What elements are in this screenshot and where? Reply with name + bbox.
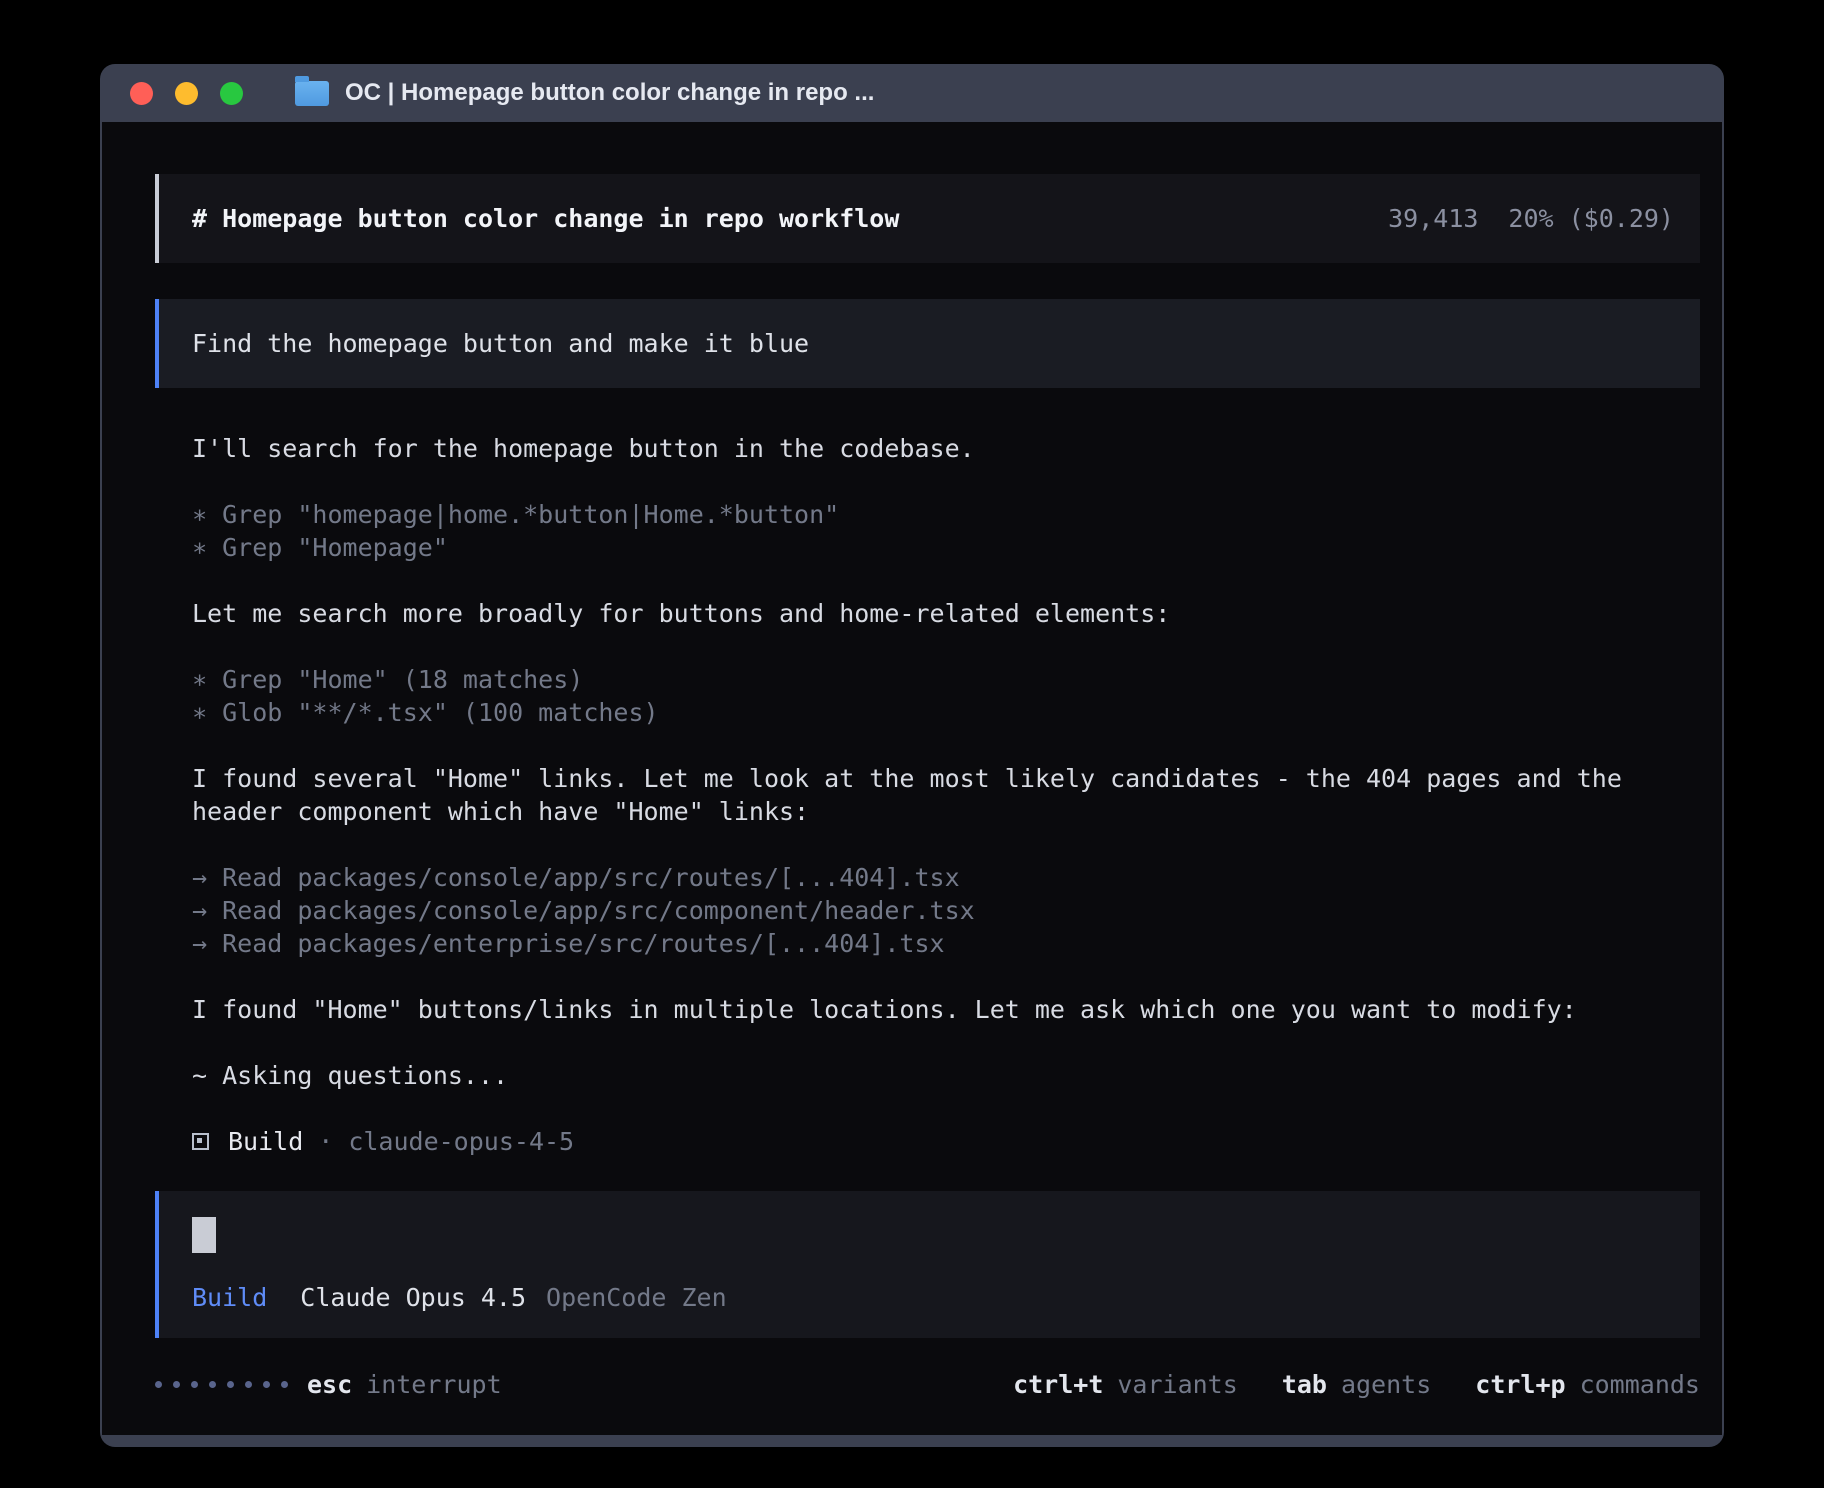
folder-icon: [295, 81, 329, 106]
titlebar[interactable]: OC | Homepage button color change in rep…: [100, 64, 1724, 122]
commands-label: commands: [1580, 1368, 1700, 1401]
esc-key-label: interrupt: [366, 1368, 501, 1401]
agents-label: agents: [1341, 1368, 1431, 1401]
assistant-message: I found several "Home" links. Let me loo…: [192, 762, 1700, 828]
keyboard-hints: ctrl+t variants tab agents ctrl+p comman…: [1013, 1368, 1700, 1401]
esc-key-hint: esc: [307, 1368, 352, 1401]
assistant-message: I found "Home" buttons/links in multiple…: [192, 993, 1700, 1026]
variants-key: ctrl+t: [1013, 1368, 1103, 1401]
agent-model: claude-opus-4-5: [348, 1125, 574, 1158]
model-label: Claude Opus 4.5: [300, 1281, 526, 1314]
agent-mode-label: Build: [192, 1281, 267, 1314]
hint-commands: ctrl+p commands: [1475, 1368, 1700, 1401]
progress-dots: [155, 1381, 288, 1388]
zoom-button[interactable]: [220, 82, 243, 105]
prompt-input[interactable]: Build Claude Opus 4.5 OpenCode Zen: [155, 1191, 1700, 1338]
terminal-window: OC | Homepage button color change in rep…: [100, 64, 1724, 1447]
input-meta-row: Build Claude Opus 4.5 OpenCode Zen: [192, 1281, 1674, 1314]
minimize-button[interactable]: [175, 82, 198, 105]
text-cursor: [192, 1217, 216, 1253]
hint-variants: ctrl+t variants: [1013, 1368, 1238, 1401]
transcript: I'll search for the homepage button in t…: [155, 432, 1700, 1158]
tool-call-glob: ∗ Glob "**/*.tsx" (100 matches): [192, 696, 1700, 729]
agent-status-row: Build · claude-opus-4-5: [192, 1125, 1700, 1158]
tool-call-read: → Read packages/console/app/src/routes/[…: [192, 861, 1700, 894]
status-bar: esc interrupt ctrl+t variants tab agents…: [155, 1368, 1700, 1401]
window-title: OC | Homepage button color change in rep…: [345, 79, 874, 107]
user-message-block: Find the homepage button and make it blu…: [155, 299, 1700, 388]
agent-name: Build: [228, 1125, 303, 1158]
agents-key: tab: [1282, 1368, 1327, 1401]
hint-agents: tab agents: [1282, 1368, 1431, 1401]
tool-call-read: → Read packages/enterprise/src/routes/[.…: [192, 927, 1700, 960]
provider-label: OpenCode Zen: [546, 1281, 727, 1314]
context-usage: 20% ($0.29): [1508, 202, 1674, 235]
agent-separator: ·: [318, 1125, 333, 1158]
user-message-text: Find the homepage button and make it blu…: [192, 329, 809, 358]
session-stats: 39,413 20% ($0.29): [1388, 202, 1674, 235]
session-header: # Homepage button color change in repo w…: [155, 174, 1700, 263]
assistant-message: Let me search more broadly for buttons a…: [192, 597, 1700, 630]
commands-key: ctrl+p: [1475, 1368, 1565, 1401]
variants-label: variants: [1117, 1368, 1237, 1401]
token-count: 39,413: [1388, 202, 1478, 235]
close-button[interactable]: [130, 82, 153, 105]
tool-call-grep: ∗ Grep "Home" (18 matches): [192, 663, 1700, 696]
tool-call-grep: ∗ Grep "Homepage": [192, 531, 1700, 564]
tool-call-grep: ∗ Grep "homepage|home.*button|Home.*butt…: [192, 498, 1700, 531]
session-title: # Homepage button color change in repo w…: [192, 202, 899, 235]
asking-questions-status: ~ Asking questions...: [192, 1059, 1700, 1092]
agent-square-icon: [192, 1133, 209, 1150]
tool-call-read: → Read packages/console/app/src/componen…: [192, 894, 1700, 927]
assistant-message: I'll search for the homepage button in t…: [192, 432, 1700, 465]
terminal-content: # Homepage button color change in repo w…: [102, 122, 1722, 1435]
